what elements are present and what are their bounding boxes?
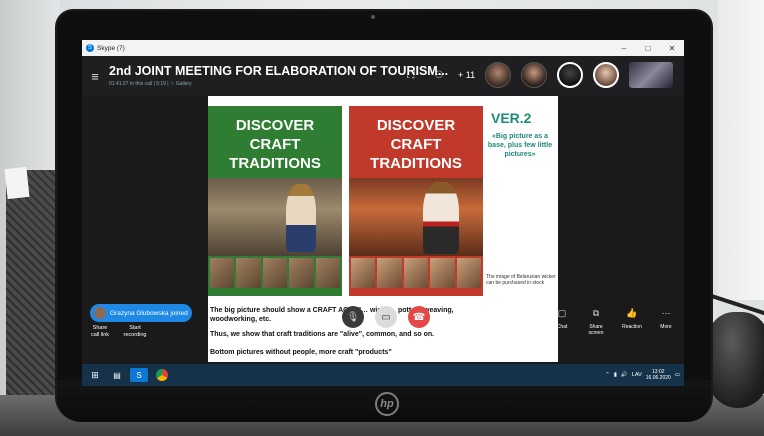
windows-start-icon[interactable]: ⊞ — [86, 368, 104, 382]
image-caption: The image of Belarusian wicker can be pu… — [486, 274, 556, 286]
meeting-subtitle: 01:41:27 In this call | 5:19 | ☆ Gallery — [109, 81, 192, 87]
photo-scene: hp S Skype (7) – □ ✕ ≡ 2nd JOINT MEETING… — [0, 0, 764, 436]
close-button[interactable]: ✕ — [660, 44, 684, 53]
skype-taskbar-icon[interactable]: S — [130, 368, 148, 382]
version-note: «Big picture as a base, plus few little … — [487, 133, 553, 158]
maximize-button[interactable]: □ — [636, 44, 660, 53]
curtain — [718, 0, 764, 300]
more-button[interactable]: ⋯ More — [652, 308, 680, 330]
paper-sheet — [4, 166, 30, 200]
language-indicator[interactable]: LAV — [632, 372, 642, 378]
menu-icon[interactable]: ≡ — [82, 69, 108, 84]
file-explorer-icon[interactable]: ▤ — [108, 368, 126, 382]
participant-avatar[interactable] — [485, 62, 512, 88]
window-controls: – □ ✕ — [612, 44, 684, 53]
header-actions: ⛶ ⚇ + 11 — [402, 62, 674, 88]
chat-icon: ▢ — [557, 308, 567, 318]
share-screen-button[interactable]: ⧉ Share screen — [582, 308, 610, 336]
start-recording-button[interactable]: Start recording — [120, 325, 150, 339]
chrome-taskbar-icon[interactable] — [156, 369, 168, 381]
network-icon[interactable]: ▮ — [614, 372, 617, 378]
toast-text: Grazyna Glubowska joined — [110, 309, 188, 317]
system-tray: ⌃ ▮ 🔊 LAV 13:02 16.06.2020 ▭ — [605, 369, 684, 381]
call-header: ≡ 2nd JOINT MEETING FOR ELABORATION OF T… — [82, 56, 684, 96]
share-screen-icon: ⧉ — [592, 308, 600, 318]
participant-avatar[interactable] — [557, 62, 584, 88]
participant-count[interactable]: + 11 — [458, 70, 475, 80]
minimize-button[interactable]: – — [612, 44, 636, 53]
share-call-link-button[interactable]: Share call link — [88, 325, 112, 339]
craft-photo-weaving — [349, 178, 483, 256]
chat-button[interactable]: ▢ Chat — [548, 308, 576, 330]
skype-logo-icon: S — [86, 44, 94, 52]
slide-text-line: Bottom pictures without people, more cra… — [210, 349, 392, 356]
panel-heading: DISCOVER CRAFT TRADITIONS — [229, 117, 321, 172]
video-button[interactable]: ▭ — [375, 306, 397, 328]
window-titlebar: S Skype (7) – □ ✕ — [82, 40, 684, 56]
window-title: Skype (7) — [97, 44, 125, 52]
notification-icon[interactable]: ▭ — [675, 372, 680, 378]
thumbnail-strip — [208, 256, 342, 290]
slide-text-line: Thus, we show that craft traditions are … — [210, 331, 435, 338]
tray-chevron-icon[interactable]: ⌃ — [605, 372, 610, 378]
mouse — [708, 312, 764, 408]
slide-panel-red: DISCOVER CRAFT TRADITIONS — [349, 106, 483, 296]
self-video-preview[interactable] — [629, 62, 674, 88]
slide-panel-green: DISCOVER CRAFT TRADITIONS — [208, 106, 342, 296]
reaction-button[interactable]: 👍 Reaction — [618, 308, 646, 330]
video-icon: ▭ — [381, 311, 391, 323]
volume-icon[interactable]: 🔊 — [621, 372, 628, 378]
clock[interactable]: 13:02 16.06.2020 — [646, 369, 671, 381]
monitor-screen: S Skype (7) – □ ✕ ≡ 2nd JOINT MEETING FO… — [82, 40, 684, 386]
windows-taskbar: ⊞ ▤ S ⌃ ▮ 🔊 LAV 13:02 16.06.2020 ▭ — [82, 364, 684, 386]
participant-avatar[interactable] — [593, 62, 620, 88]
version-label: VER.2 — [491, 110, 532, 126]
participant-joined-toast[interactable]: Grazyna Glubowska joined — [90, 304, 192, 322]
mic-off-icon: 🎙 — [346, 311, 360, 323]
phone-icon: ☎ — [412, 311, 426, 323]
thumbnail-strip — [349, 256, 483, 290]
webcam — [371, 15, 375, 19]
add-participant-icon[interactable]: ⚇ — [430, 70, 448, 81]
craft-photo-basketry — [208, 178, 342, 256]
hp-logo: hp — [375, 392, 399, 416]
hang-up-button[interactable]: ☎ — [408, 306, 430, 328]
participant-avatar — [94, 307, 106, 319]
layout-icon[interactable]: ⛶ — [402, 70, 420, 81]
mute-button[interactable]: 🎙 — [342, 306, 364, 328]
thumbs-up-icon: 👍 — [626, 308, 638, 318]
more-icon: ⋯ — [661, 308, 671, 318]
panel-heading: DISCOVER CRAFT TRADITIONS — [370, 117, 462, 172]
meeting-title: 2nd JOINT MEETING FOR ELABORATION OF TOU… — [109, 64, 449, 78]
participant-avatar[interactable] — [521, 62, 548, 88]
